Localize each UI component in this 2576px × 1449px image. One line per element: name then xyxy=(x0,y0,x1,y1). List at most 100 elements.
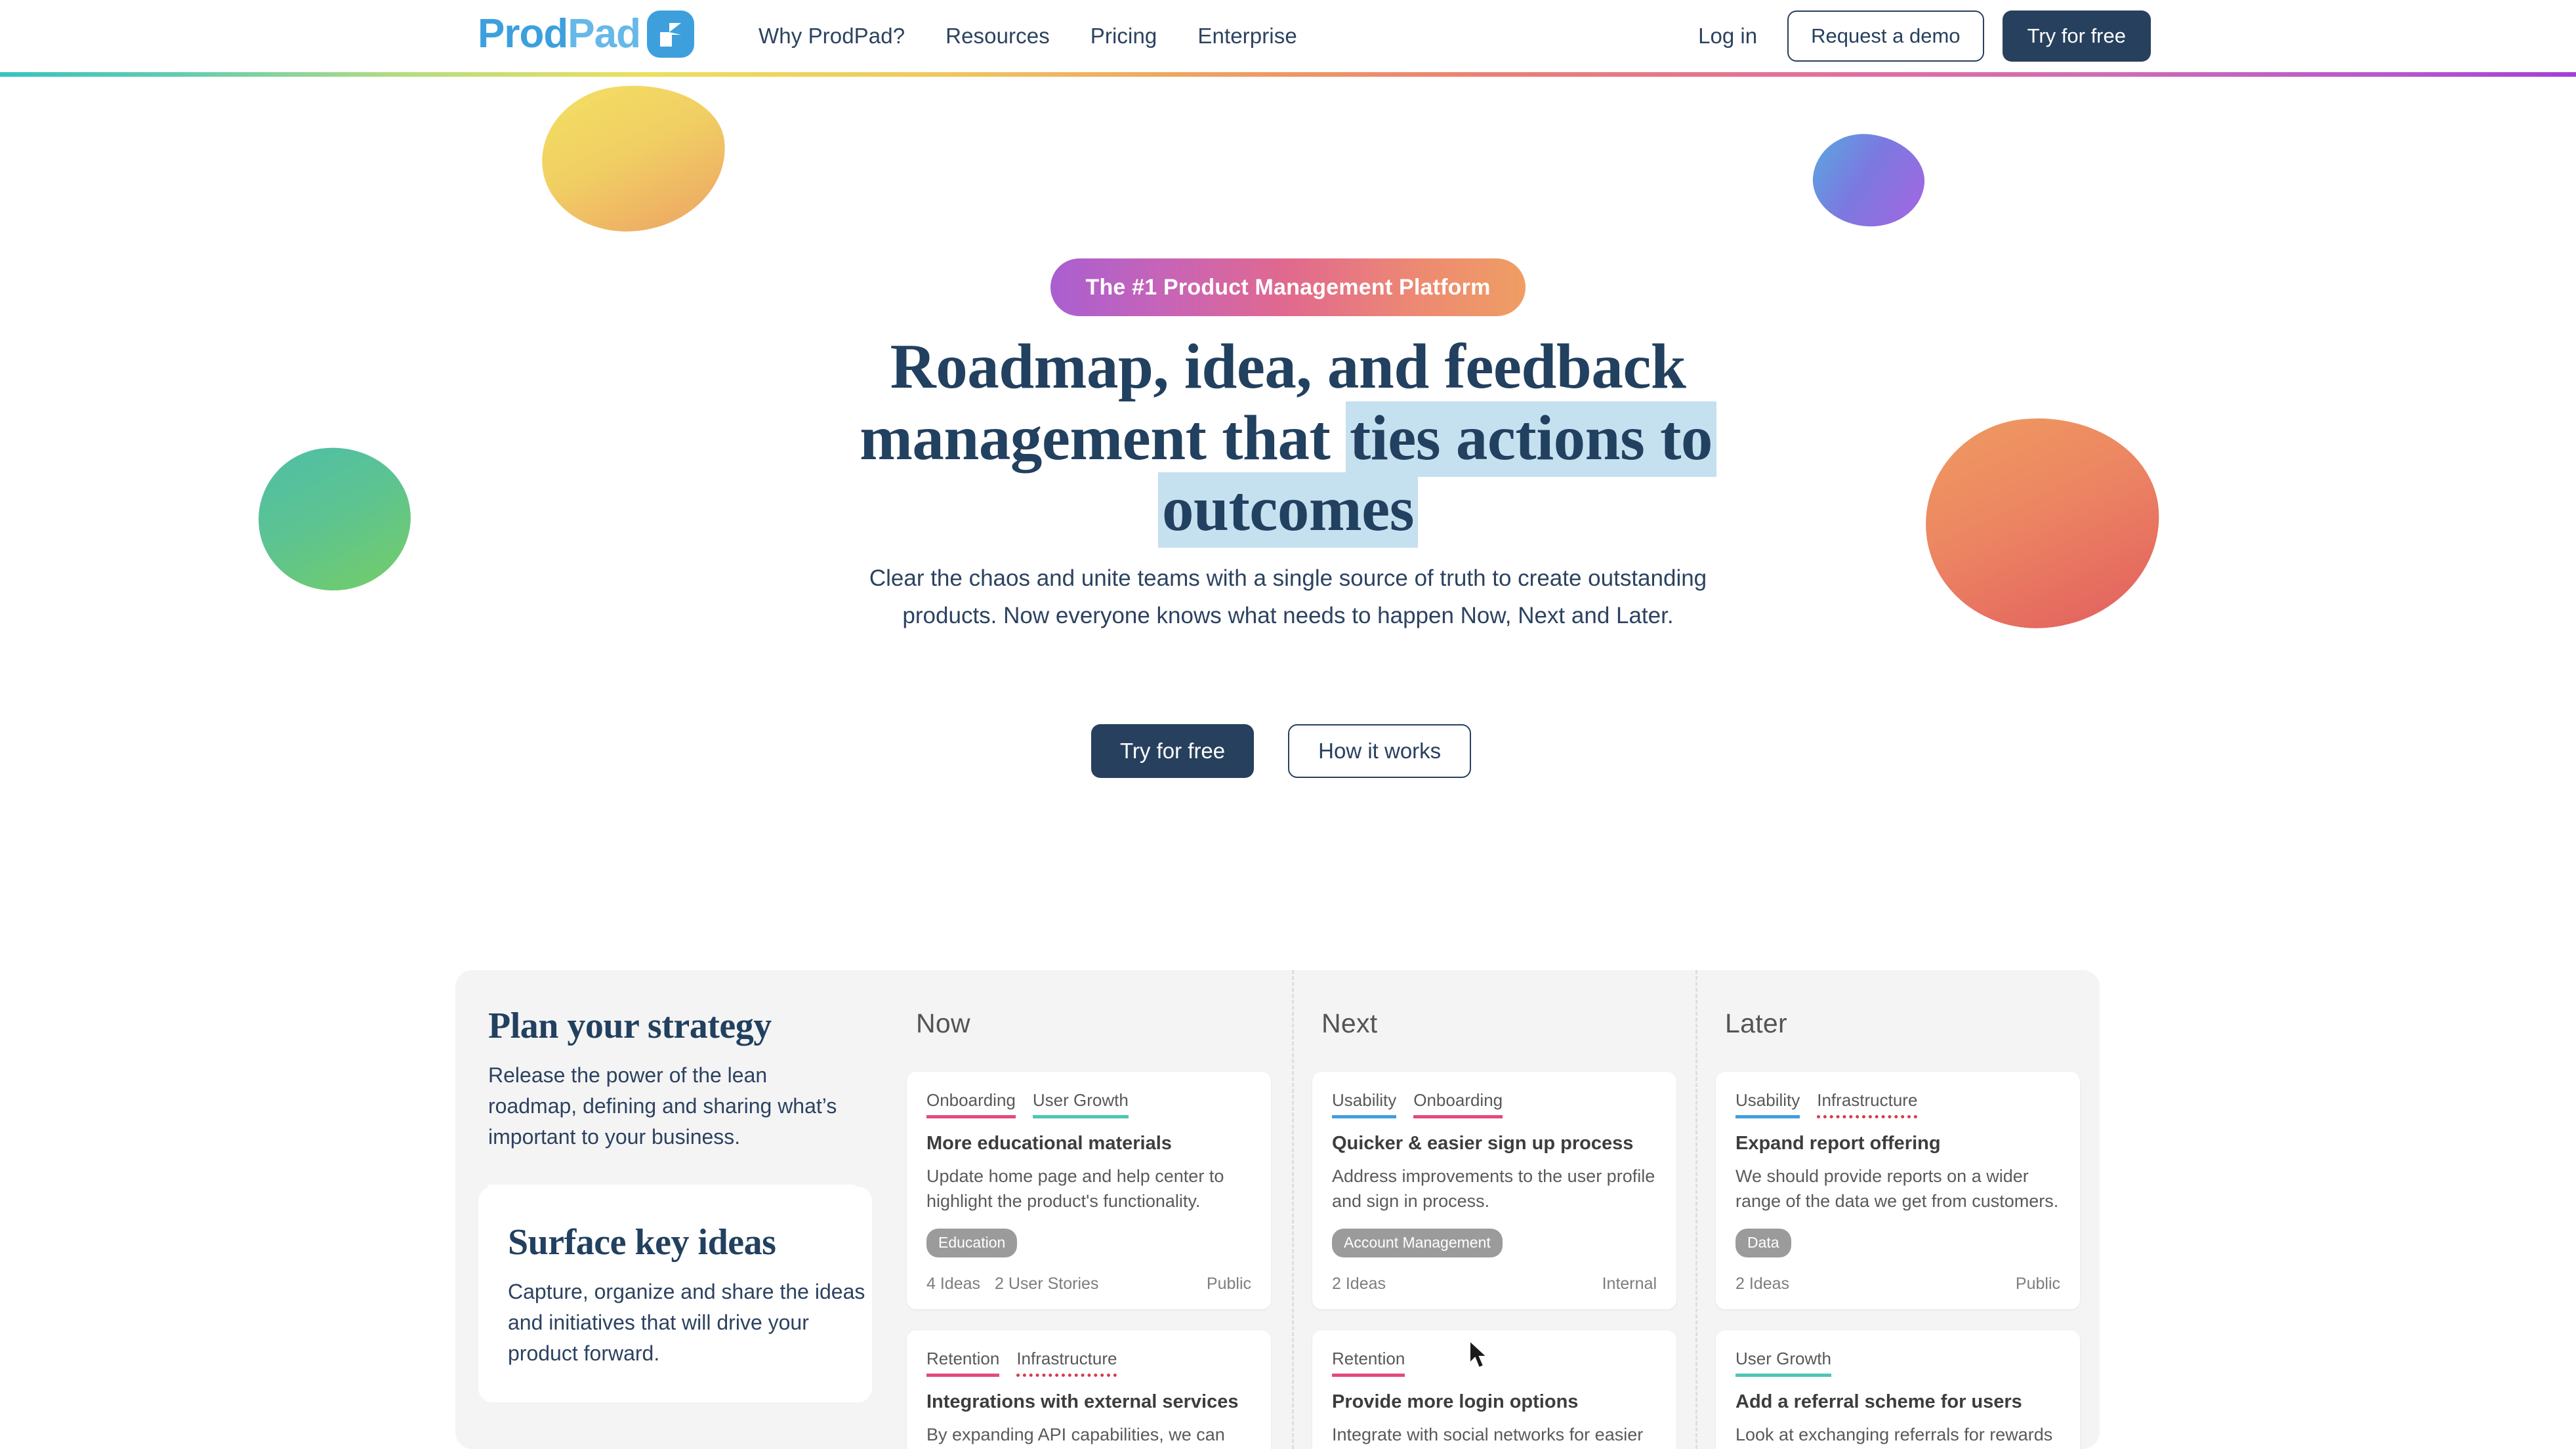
decorative-blob-yellow xyxy=(535,75,733,241)
decorative-blob-orange xyxy=(1917,408,2169,638)
nav-item-resources[interactable]: Resources xyxy=(925,24,1070,49)
card-counts: 4 Ideas 2 User Stories xyxy=(926,1275,1098,1294)
roadmap-preview-panel: Plan your strategy Release the power of … xyxy=(455,970,2100,1449)
feature-description: Release the power of the lean roadmap, d… xyxy=(488,1063,837,1149)
hero-cta-row: Try for free How it works xyxy=(1091,724,1472,778)
card-footer: 2 Ideas Internal xyxy=(1332,1275,1657,1294)
headline-line-2: management that ties actions to xyxy=(632,401,1944,477)
nav-item-why-prodpad[interactable]: Why ProdPad? xyxy=(738,24,925,49)
card-tags: Usability Infrastructure xyxy=(1735,1090,2060,1118)
header-try-for-free-button[interactable]: Try for free xyxy=(2002,10,2151,62)
nav-item-pricing[interactable]: Pricing xyxy=(1070,24,1178,49)
card-tag[interactable]: Usability xyxy=(1332,1090,1397,1118)
prodpad-logo[interactable]: ProdPad xyxy=(478,10,694,58)
card-tag[interactable]: Retention xyxy=(1332,1349,1405,1377)
feature-surface-key-ideas[interactable]: Surface key ideas Capture, organize and … xyxy=(478,1187,872,1402)
request-demo-button[interactable]: Request a demo xyxy=(1787,10,1984,62)
card-chip[interactable]: Account Management xyxy=(1332,1228,1503,1257)
card-ideas-count: 2 Ideas xyxy=(1332,1274,1386,1293)
card-title: Quicker & easier sign up process xyxy=(1332,1133,1634,1154)
mouse-cursor-icon xyxy=(1468,1339,1491,1374)
card-ideas-count: 4 Ideas xyxy=(926,1274,981,1293)
prodpad-arrow-icon xyxy=(646,10,694,58)
card-visibility-badge: Public xyxy=(2015,1274,2060,1293)
page-root: ProdPad Why ProdPad? Resources Pricing E… xyxy=(0,0,2576,1449)
feature-list: Plan your strategy Release the power of … xyxy=(478,970,872,1402)
card-chips: Data xyxy=(1735,1228,2060,1257)
card-footer: 2 Ideas Public xyxy=(1735,1275,2060,1294)
headline-highlight-b: outcomes xyxy=(1158,472,1418,548)
card-title: Provide more login options xyxy=(1332,1391,1579,1412)
login-link[interactable]: Log in xyxy=(1698,24,1757,49)
column-title-now: Now xyxy=(916,1008,970,1038)
nav-item-enterprise[interactable]: Enterprise xyxy=(1177,24,1317,49)
feature-title: Plan your strategy xyxy=(488,1006,772,1046)
roadmap-card[interactable]: Retention Infrastructure Integrations wi… xyxy=(907,1330,1271,1449)
card-tags: Retention xyxy=(1332,1349,1657,1377)
card-description: Address improvements to the user profile… xyxy=(1332,1166,1655,1212)
header-gradient-divider xyxy=(0,72,2576,77)
card-title: More educational materials xyxy=(926,1133,1172,1154)
card-chip[interactable]: Education xyxy=(926,1228,1018,1257)
card-title: Add a referral scheme for users xyxy=(1735,1391,2022,1412)
roadmap-card[interactable]: Retention Provide more login options Int… xyxy=(1312,1330,1676,1449)
card-tags: Retention Infrastructure xyxy=(926,1349,1251,1377)
logo-wordmark: ProdPad xyxy=(478,11,641,56)
card-tag[interactable]: User Growth xyxy=(1735,1349,1831,1377)
card-visibility-badge: Internal xyxy=(1602,1274,1657,1293)
header-actions: Log in Request a demo Try for free xyxy=(1698,0,2151,72)
column-title-next: Next xyxy=(1321,1008,1378,1038)
logo-prod-text: Prod xyxy=(478,11,568,56)
card-chips: Education xyxy=(926,1228,1251,1257)
headline-highlight-a: ties actions to xyxy=(1346,401,1716,477)
headline-line-2-plain: management that xyxy=(860,402,1346,473)
logo-pad-text: Pad xyxy=(568,11,641,56)
roadmap-card[interactable]: Usability Onboarding Quicker & easier si… xyxy=(1312,1072,1676,1309)
decorative-blob-purple xyxy=(1808,129,1929,232)
card-visibility-badge: Public xyxy=(1206,1274,1251,1293)
site-header: ProdPad Why ProdPad? Resources Pricing E… xyxy=(0,0,2576,72)
card-footer: 4 Ideas 2 User Stories Public xyxy=(926,1275,1251,1294)
card-tag[interactable]: Retention xyxy=(926,1349,1000,1377)
card-chips: Account Management xyxy=(1332,1228,1657,1257)
primary-nav: Why ProdPad? Resources Pricing Enterpris… xyxy=(738,0,1318,72)
card-description: Look at exchanging referrals for rewards xyxy=(1735,1424,2053,1444)
card-counts: 2 Ideas xyxy=(1735,1275,1789,1294)
card-chip[interactable]: Data xyxy=(1735,1228,1791,1257)
card-tag[interactable]: Usability xyxy=(1735,1090,1800,1118)
roadmap-column-now: Now Onboarding User Growth More educatio… xyxy=(888,970,1292,1449)
card-description: By expanding API capabilities, we can su… xyxy=(926,1424,1225,1444)
roadmap-column-later: Later Usability Infrastructure Expand re… xyxy=(1695,970,2099,1449)
card-tag[interactable]: Infrastructure xyxy=(1817,1090,1918,1118)
card-description: Update home page and help center to high… xyxy=(926,1166,1224,1212)
card-tags: Usability Onboarding xyxy=(1332,1090,1657,1118)
column-title-later: Later xyxy=(1725,1008,1787,1038)
hero-how-it-works-button[interactable]: How it works xyxy=(1288,724,1472,778)
roadmap-columns: Now Onboarding User Growth More educatio… xyxy=(888,970,2100,1449)
feature-title: Surface key ideas xyxy=(508,1222,776,1263)
feature-description: Capture, organize and share the ideas an… xyxy=(508,1279,865,1366)
roadmap-card[interactable]: Usability Infrastructure Expand report o… xyxy=(1716,1072,2080,1309)
card-tag[interactable]: User Growth xyxy=(1032,1090,1129,1118)
hero-subtitle: Clear the chaos and unite teams with a s… xyxy=(869,565,1707,628)
card-tags: Onboarding User Growth xyxy=(926,1090,1251,1118)
card-title: Integrations with external services xyxy=(926,1391,1239,1412)
hero-try-for-free-button[interactable]: Try for free xyxy=(1091,724,1255,778)
feature-plan-your-strategy[interactable]: Plan your strategy Release the power of … xyxy=(488,970,856,1188)
page-title: Roadmap, idea, and feedback management t… xyxy=(632,331,1944,548)
card-stories-count: 2 User Stories xyxy=(995,1274,1099,1293)
card-tags: User Growth xyxy=(1735,1349,2060,1377)
card-tag[interactable]: Infrastructure xyxy=(1016,1349,1117,1377)
roadmap-card[interactable]: Onboarding User Growth More educational … xyxy=(907,1072,1271,1309)
roadmap-card[interactable]: User Growth Add a referral scheme for us… xyxy=(1716,1330,2080,1449)
headline-line-1: Roadmap, idea, and feedback xyxy=(890,331,1686,401)
card-tag[interactable]: Onboarding xyxy=(926,1090,1016,1118)
card-description: Integrate with social networks for easie… xyxy=(1332,1424,1644,1444)
hero-badge: The #1 Product Management Platform xyxy=(1050,258,1526,316)
decorative-blob-green xyxy=(249,437,421,601)
card-description: We should provide reports on a wider ran… xyxy=(1735,1166,2059,1212)
roadmap-column-next: Next Usability Onboarding Quicker & easi… xyxy=(1292,970,1695,1449)
card-title: Expand report offering xyxy=(1735,1133,1941,1154)
card-tag[interactable]: Onboarding xyxy=(1413,1090,1503,1118)
card-ideas-count: 2 Ideas xyxy=(1735,1274,1790,1293)
